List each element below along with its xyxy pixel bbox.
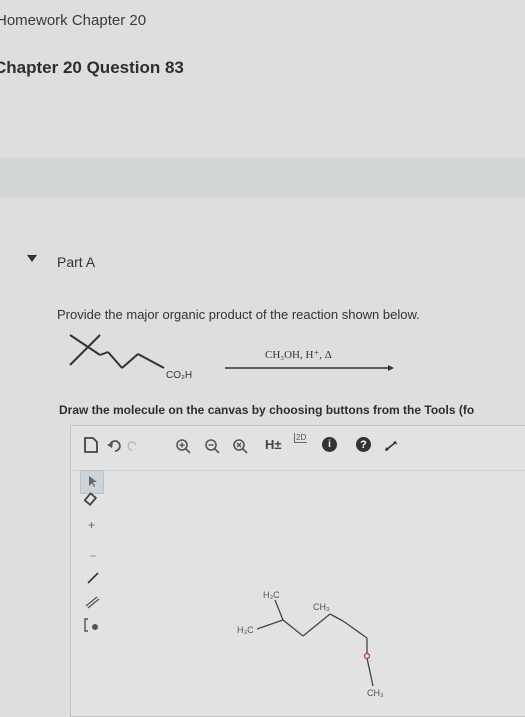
atom-label-ch3-bottom: CH₃ [367, 688, 384, 698]
part-label[interactable]: Part A [57, 254, 95, 270]
single-bond-icon[interactable] [85, 570, 101, 589]
reactant-label: CO₂H [166, 370, 192, 381]
info-button[interactable]: i [322, 437, 337, 452]
canvas-molecule[interactable]: H₃C CH₃ H₃C CH₃ [225, 580, 395, 700]
atom-label-ch3-right: CH₃ [313, 602, 330, 612]
question-banner [0, 158, 525, 198]
hydrogen-toggle-button[interactable]: H± [265, 437, 282, 452]
arrow-head-icon [388, 365, 394, 371]
draw-instruction: Draw the molecule on the canvas by choos… [59, 403, 475, 417]
oxygen-atom-marker [363, 652, 371, 660]
redo-icon[interactable] [127, 440, 139, 452]
atom-label-h3c-left: H₃C [237, 625, 254, 635]
2d-clean-button[interactable]: 2D [294, 433, 308, 443]
zoom-in-icon[interactable] [175, 438, 191, 454]
reaction-scheme: CO₂H [69, 334, 394, 381]
help-button[interactable]: ? [356, 437, 371, 452]
reactant-structure [69, 334, 165, 369]
atom-label-h3c-top: H₃C [263, 590, 280, 600]
zoom-out-icon[interactable] [204, 438, 220, 454]
question-title: Chapter 20 Question 83 [0, 58, 184, 77]
toolbar-divider [70, 470, 525, 471]
double-bond-icon[interactable] [84, 595, 100, 612]
reaction-conditions: CH₃OH, H⁺, Δ [265, 349, 332, 361]
side-tool-minus-icon[interactable] [90, 545, 96, 560]
homework-title: Homework Chapter 20 [0, 12, 147, 29]
collapse-caret-icon[interactable] [27, 255, 37, 262]
question-prompt: Provide the major organic product of the… [57, 307, 420, 322]
new-document-icon[interactable] [84, 437, 98, 453]
charge-plus-button[interactable]: + [88, 518, 95, 532]
fullscreen-icon[interactable] [384, 440, 398, 452]
eraser-icon[interactable] [83, 492, 98, 509]
clear-icon[interactable] [232, 438, 248, 454]
molecule-bonds [256, 599, 374, 687]
template-bracket-icon[interactable] [84, 618, 100, 635]
select-tool-button[interactable] [80, 470, 104, 494]
undo-icon[interactable] [107, 439, 121, 453]
